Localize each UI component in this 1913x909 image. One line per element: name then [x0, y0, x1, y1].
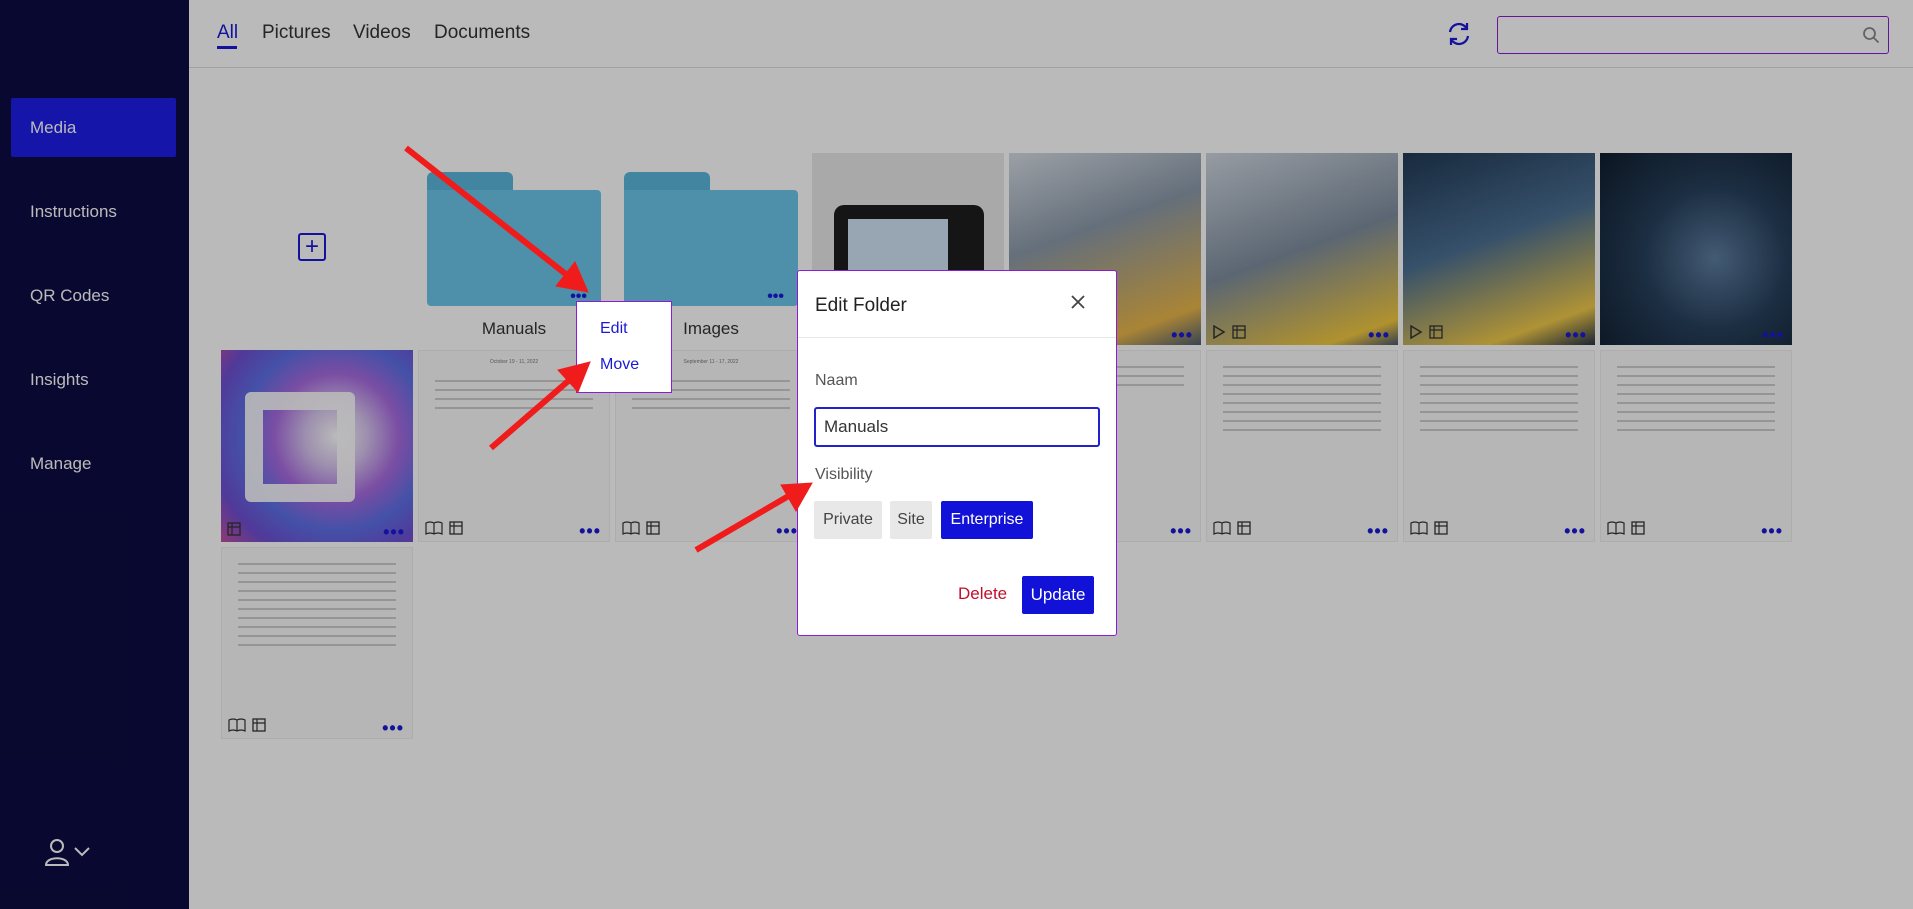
divider [798, 337, 1116, 338]
name-label: Naam [815, 372, 858, 389]
visibility-enterprise-button[interactable]: Enterprise [941, 501, 1033, 539]
menu-item-move[interactable]: Move [600, 356, 639, 374]
edit-folder-dialog: Edit Folder Naam Visibility Private Site… [797, 270, 1117, 636]
delete-button[interactable]: Delete [958, 584, 1007, 604]
visibility-label: Visibility [815, 466, 873, 483]
dialog-title: Edit Folder [815, 295, 907, 316]
visibility-private-button[interactable]: Private [814, 501, 882, 539]
update-button[interactable]: Update [1022, 576, 1094, 614]
close-icon [1071, 295, 1085, 309]
folder-name-input[interactable] [814, 407, 1100, 447]
folder-context-menu: Edit Move [576, 301, 672, 393]
menu-item-edit[interactable]: Edit [600, 320, 628, 338]
visibility-site-button[interactable]: Site [890, 501, 932, 539]
close-button[interactable] [1069, 293, 1087, 316]
